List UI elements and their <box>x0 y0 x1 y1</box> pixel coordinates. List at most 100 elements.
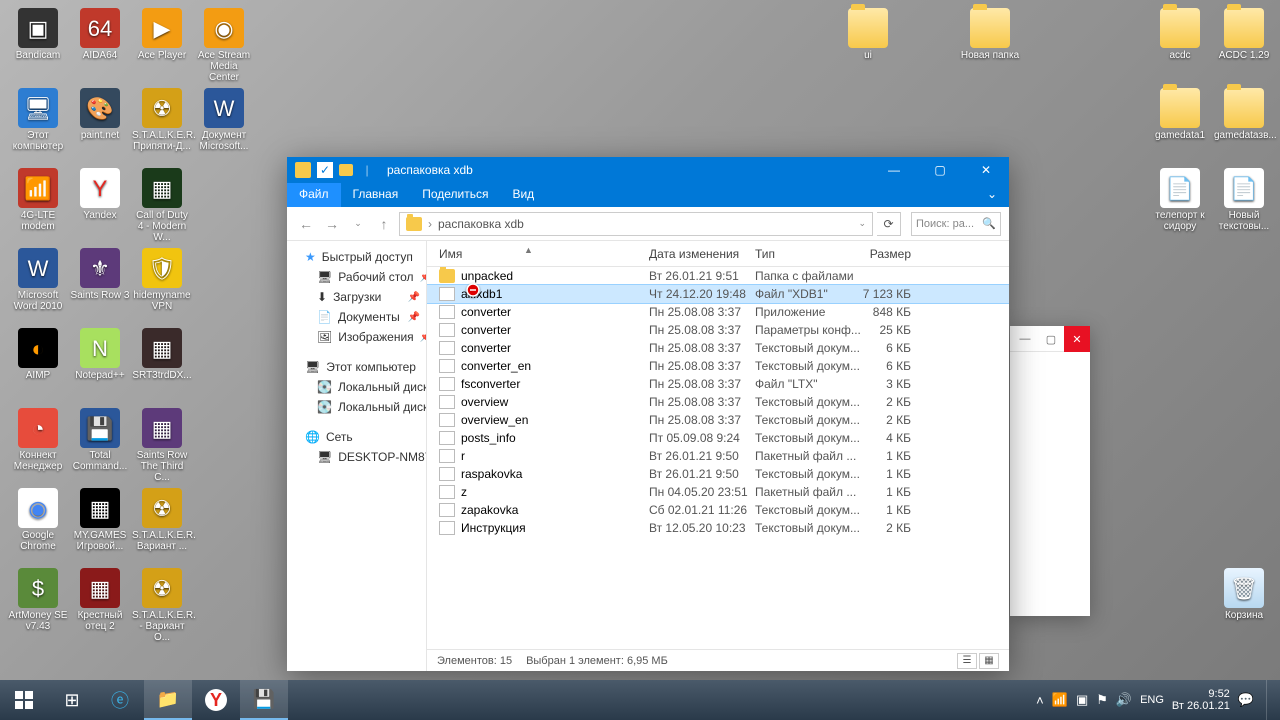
taskbar-ie[interactable]: ⓔ <box>96 680 144 720</box>
taskbar-total-commander[interactable]: 💾 <box>240 680 288 720</box>
desktop-icon[interactable]: ACDC 1.29 <box>1214 8 1274 61</box>
view-details-button[interactable]: ☰ <box>957 653 977 669</box>
tab-view[interactable]: Вид <box>500 183 546 207</box>
file-row[interactable]: zПн 04.05.20 23:51Пакетный файл ...1 КБ <box>427 483 1009 501</box>
col-type[interactable]: Тип <box>755 247 861 261</box>
bg-minimize-button[interactable]: — <box>1012 326 1038 352</box>
desktop-icon[interactable]: 🛡hidemyname VPN <box>132 248 192 312</box>
col-date[interactable]: Дата изменения <box>649 247 755 261</box>
column-headers[interactable]: Имя▲ Дата изменения Тип Размер <box>427 241 1009 267</box>
desktop-icon[interactable]: ▦Call of Duty 4 - Modern W... <box>132 168 192 243</box>
desktop-icon[interactable]: ▦MY.GAMES Игровой... <box>70 488 130 552</box>
desktop-icon[interactable]: ▦Saints Row The Third C... <box>132 408 192 483</box>
desktop-icon[interactable]: ◉Ace Stream Media Center <box>194 8 254 83</box>
nav-documents[interactable]: 📄Документы📌 <box>287 307 426 327</box>
desktop-icon[interactable]: gamedata1 <box>1150 88 1210 141</box>
file-row[interactable]: converterПн 25.08.08 3:37Приложение848 К… <box>427 303 1009 321</box>
desktop-icon[interactable]: 📄Новый текстовы... <box>1214 168 1274 232</box>
chevron-down-icon[interactable]: ⌄ <box>858 218 866 229</box>
desktop-icon[interactable]: 🗑Корзина <box>1214 568 1274 621</box>
desktop-icon[interactable]: YYandex <box>70 168 130 221</box>
tray-action-center-icon[interactable]: 💬 <box>1238 692 1254 708</box>
file-row[interactable]: rВт 26.01.21 9:50Пакетный файл ...1 КБ <box>427 447 1009 465</box>
taskbar[interactable]: ⊞ ⓔ 📁 Y 💾 ˄ 📶 ▣ ⚑ 🔊 ENG 9:52 Вт 26.01.21… <box>0 680 1280 720</box>
file-row[interactable]: overview_enПн 25.08.08 3:37Текстовый док… <box>427 411 1009 429</box>
desktop-icon[interactable]: ☢S.T.A.L.K.E.R. Припяти-Д... <box>132 88 192 152</box>
bg-maximize-button[interactable]: ▢ <box>1038 326 1064 352</box>
file-row[interactable]: converterПн 25.08.08 3:37Текстовый докум… <box>427 339 1009 357</box>
system-tray[interactable]: ˄ 📶 ▣ ⚑ 🔊 ENG 9:52 Вт 26.01.21 💬 <box>1028 680 1280 720</box>
tray-bandicam-icon[interactable]: ▣ <box>1076 692 1088 708</box>
tray-notify-icon[interactable]: ⚑ <box>1096 692 1108 708</box>
desktop-icon[interactable]: ▦SRT3trdDX... <box>132 328 192 381</box>
close-button[interactable]: ✕ <box>963 157 1009 183</box>
nav-this-pc[interactable]: 🖥Этот компьютер <box>287 357 426 377</box>
file-list[interactable]: unpackedВт 26.01.21 9:51Папка с файламиa… <box>427 267 1009 649</box>
desktop-icon[interactable]: ◉Google Chrome <box>8 488 68 552</box>
desktop-icon[interactable]: ◐AIMP <box>8 328 68 381</box>
file-row[interactable]: posts_infoПт 05.09.08 9:24Текстовый доку… <box>427 429 1009 447</box>
start-button[interactable] <box>0 680 48 720</box>
file-row[interactable]: all.xdb1Чт 24.12.20 19:48Файл "XDB1"7 12… <box>427 285 1009 303</box>
search-input[interactable]: Поиск: ра... 🔍 <box>911 212 1001 236</box>
nav-downloads[interactable]: ⬇Загрузки📌 <box>287 287 426 307</box>
desktop-icon[interactable]: Новая папка <box>960 8 1020 61</box>
desktop-icon[interactable]: ◔Коннект Менеджер <box>8 408 68 472</box>
minimize-button[interactable]: — <box>871 157 917 183</box>
file-row[interactable]: fsconverterПн 25.08.08 3:37Файл "LTX"3 К… <box>427 375 1009 393</box>
recent-dropdown[interactable]: ⌄ <box>347 213 369 235</box>
nav-quick-access[interactable]: ★Быстрый доступ <box>287 247 426 267</box>
up-button[interactable]: ↑ <box>373 213 395 235</box>
file-row[interactable]: ИнструкцияВт 12.05.20 10:23Текстовый док… <box>427 519 1009 537</box>
desktop-icon[interactable]: 🖥Этот компьютер <box>8 88 68 152</box>
file-row[interactable]: unpackedВт 26.01.21 9:51Папка с файлами <box>427 267 1009 285</box>
nav-drive-c[interactable]: 💽Локальный диск (C <box>287 377 426 397</box>
forward-button[interactable]: → <box>321 213 343 235</box>
nav-pictures[interactable]: 🖼Изображения📌 <box>287 327 426 347</box>
nav-network[interactable]: 🌐Сеть <box>287 427 426 447</box>
file-row[interactable]: raspakovkaВт 26.01.21 9:50Текстовый доку… <box>427 465 1009 483</box>
taskbar-explorer[interactable]: 📁 <box>144 680 192 720</box>
tab-home[interactable]: Главная <box>341 183 411 207</box>
col-size[interactable]: Размер <box>861 247 921 261</box>
tray-language[interactable]: ENG <box>1140 694 1164 706</box>
bg-close-button[interactable]: ✕ <box>1064 326 1090 352</box>
task-view-button[interactable]: ⊞ <box>48 680 96 720</box>
tray-modem-icon[interactable]: 📶 <box>1052 692 1068 708</box>
taskbar-yandex[interactable]: Y <box>192 680 240 720</box>
desktop-icon[interactable]: ui <box>838 8 898 61</box>
maximize-button[interactable]: ▢ <box>917 157 963 183</box>
nav-desktop[interactable]: 🖥Рабочий стол📌 <box>287 267 426 287</box>
nav-drive-d[interactable]: 💽Локальный диск ( <box>287 397 426 417</box>
desktop-icon[interactable]: 📄телепорт к сидору <box>1150 168 1210 232</box>
desktop-icon[interactable]: $ArtMoney SE v7.43 <box>8 568 68 632</box>
back-button[interactable]: ← <box>295 213 317 235</box>
desktop-icon[interactable]: gamedataзв... <box>1214 88 1274 141</box>
file-row[interactable]: zapakovkaСб 02.01.21 11:26Текстовый доку… <box>427 501 1009 519</box>
desktop-icon[interactable]: ▣Bandicam <box>8 8 68 61</box>
tab-file[interactable]: Файл <box>287 183 341 207</box>
desktop-icon[interactable]: ☢S.T.A.L.K.E.R. - Вариант О... <box>132 568 192 643</box>
ribbon-expand-icon[interactable]: ⌄ <box>975 183 1009 207</box>
desktop-icon[interactable]: ☢S.T.A.L.K.E.R. Вариант ... <box>132 488 192 552</box>
desktop[interactable]: ▣Bandicam64AIDA64▶Ace Player◉Ace Stream … <box>0 0 1280 680</box>
col-name[interactable]: Имя▲ <box>439 247 649 261</box>
titlebar[interactable]: ✓ | распаковка xdb — ▢ ✕ <box>287 157 1009 183</box>
nav-pane[interactable]: ★Быстрый доступ 🖥Рабочий стол📌 ⬇Загрузки… <box>287 241 427 671</box>
desktop-icon[interactable]: 💾Total Command... <box>70 408 130 472</box>
tray-chevron-icon[interactable]: ˄ <box>1036 693 1044 708</box>
desktop-icon[interactable]: WMicrosoft Word 2010 <box>8 248 68 312</box>
file-row[interactable]: converterПн 25.08.08 3:37Параметры конф.… <box>427 321 1009 339</box>
view-icons-button[interactable]: ▦ <box>979 653 999 669</box>
desktop-icon[interactable]: acdc <box>1150 8 1210 61</box>
checkbox-icon[interactable]: ✓ <box>317 162 333 178</box>
desktop-icon[interactable]: 64AIDA64 <box>70 8 130 61</box>
tray-volume-icon[interactable]: 🔊 <box>1116 692 1132 708</box>
desktop-icon[interactable]: ▦Крестный отец 2 <box>70 568 130 632</box>
desktop-icon[interactable]: 🎨paint.net <box>70 88 130 141</box>
desktop-icon[interactable]: NNotepad++ <box>70 328 130 381</box>
file-row[interactable]: converter_enПн 25.08.08 3:37Текстовый до… <box>427 357 1009 375</box>
refresh-button[interactable]: ⟳ <box>877 212 901 236</box>
nav-remote-pc[interactable]: 🖥DESKTOP-NM875TI <box>287 447 426 467</box>
desktop-icon[interactable]: ▶Ace Player <box>132 8 192 61</box>
